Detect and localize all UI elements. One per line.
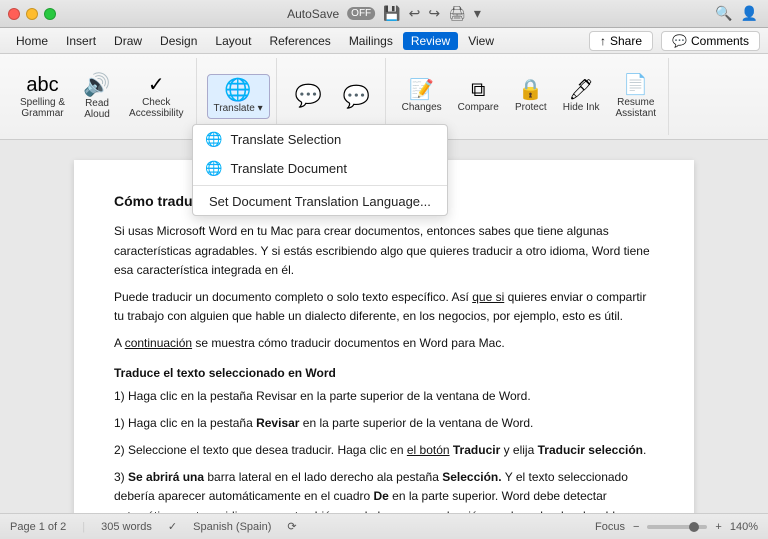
zoom-thumb[interactable]	[689, 522, 699, 532]
spelling-icon: abc	[26, 75, 58, 95]
comment2-icon: 💬	[343, 86, 370, 108]
doc-para-step2: 2) Seleccione el texto que desea traduci…	[114, 441, 654, 460]
statusbar-right: Focus − + 140%	[595, 521, 758, 533]
menubar-right: ↑ Share 💬 Comments	[589, 31, 760, 51]
resume-assistant-button[interactable]: 📄 ResumeAssistant	[609, 71, 662, 123]
redo-icon[interactable]: ↪	[428, 5, 440, 22]
changes-label: Changes	[402, 102, 442, 113]
accessibility-label: CheckAccessibility	[129, 97, 183, 119]
comment2-button[interactable]: 💬	[335, 82, 379, 112]
close-button[interactable]	[8, 8, 20, 20]
menu-design[interactable]: Design	[152, 32, 205, 50]
resume-assistant-label: ResumeAssistant	[615, 97, 656, 119]
translate-dropdown: 🌐 Translate Selection 🌐 Translate Docume…	[192, 124, 448, 216]
zoom-out-icon[interactable]: −	[633, 521, 639, 533]
page-info: Page 1 of 2	[10, 521, 66, 533]
statusbar: Page 1 of 2 | 305 words ✓ Spanish (Spain…	[0, 513, 768, 539]
new-comment-button[interactable]: 💬	[287, 81, 331, 113]
protect-label: Protect	[515, 102, 547, 113]
zoom-slider[interactable]	[647, 525, 707, 529]
read-aloud-label: ReadAloud	[84, 98, 110, 120]
comments-button[interactable]: 💬 Comments	[661, 31, 760, 51]
zoom-level: 140%	[730, 521, 758, 533]
compare-button[interactable]: ⧉ Compare	[452, 76, 505, 117]
account-icon[interactable]: 👤	[741, 5, 758, 22]
doc-para-2: Puede traducir un documento completo o s…	[114, 288, 654, 326]
autosave-label: AutoSave	[287, 7, 339, 21]
menu-review[interactable]: Review	[403, 32, 458, 50]
more-icon[interactable]: ▾	[474, 5, 481, 22]
share-button[interactable]: ↑ Share	[589, 31, 653, 51]
menu-view[interactable]: View	[460, 32, 502, 50]
translate-document-item[interactable]: 🌐 Translate Document	[193, 154, 447, 183]
doc-para-1: Si usas Microsoft Word en tu Mac para cr…	[114, 222, 654, 280]
word-count: 305 words	[101, 521, 152, 533]
check-accessibility-button[interactable]: ✓ CheckAccessibility	[123, 71, 189, 123]
ribbon-group-proofing: abc Spelling &Grammar 🔊 ReadAloud ✓ Chec…	[8, 58, 197, 135]
spelling-label: Spelling &Grammar	[20, 97, 65, 119]
orientation-icon: ⟳	[287, 520, 296, 533]
dropdown-divider	[193, 185, 447, 186]
read-aloud-icon: 🔊	[83, 74, 110, 96]
set-language-item[interactable]: Set Document Translation Language...	[193, 188, 447, 215]
hide-ink-icon: 🖊	[568, 80, 593, 100]
titlebar: AutoSave OFF 💾 ↩ ↪ 🖨 ▾ 🔍 👤	[0, 0, 768, 28]
doc-para-3: A continuación se muestra cómo traducir …	[114, 334, 654, 353]
print-icon[interactable]: 🖨	[448, 5, 466, 22]
accessibility-icon: ✓	[148, 75, 165, 95]
translate-document-icon: 🌐	[205, 160, 222, 177]
titlebar-right: 🔍 👤	[715, 5, 758, 22]
translate-button[interactable]: 🌐 Translate ▾	[207, 74, 270, 119]
titlebar-center: AutoSave OFF 💾 ↩ ↪ 🖨 ▾	[287, 5, 481, 22]
hide-ink-button[interactable]: 🖊 Hide Ink	[557, 76, 606, 117]
zoom-in-icon[interactable]: +	[715, 521, 721, 533]
protect-button[interactable]: 🔒 Protect	[509, 76, 553, 117]
menubar: Home Insert Draw Design Layout Reference…	[0, 28, 768, 54]
undo-icon[interactable]: ↩	[409, 5, 421, 22]
menu-draw[interactable]: Draw	[106, 32, 150, 50]
window-controls[interactable]	[8, 8, 56, 20]
save-icon[interactable]: 💾	[383, 5, 400, 22]
search-icon[interactable]: 🔍	[715, 5, 732, 22]
menu-insert[interactable]: Insert	[58, 32, 104, 50]
resume-assistant-icon: 📄	[623, 75, 648, 95]
doc-para-step1: 1) Haga clic en la pestaña Revisar en la…	[114, 414, 654, 433]
doc-para-4: 1) Haga clic en la pestaña Revisar en la…	[114, 387, 654, 406]
spelling-grammar-button[interactable]: abc Spelling &Grammar	[14, 71, 71, 123]
read-aloud-button[interactable]: 🔊 ReadAloud	[75, 70, 119, 124]
changes-icon: 📝	[409, 80, 434, 100]
menu-home[interactable]: Home	[8, 32, 56, 50]
share-icon: ↑	[600, 34, 606, 48]
menu-layout[interactable]: Layout	[207, 32, 259, 50]
compare-label: Compare	[458, 102, 499, 113]
protect-icon: 🔒	[518, 80, 543, 100]
minimize-button[interactable]	[26, 8, 38, 20]
language-info: Spanish (Spain)	[193, 521, 271, 533]
menu-mailings[interactable]: Mailings	[341, 32, 401, 50]
spelling-status-icon: ✓	[168, 520, 177, 533]
changes-button[interactable]: 📝 Changes	[396, 76, 448, 117]
focus-label[interactable]: Focus	[595, 521, 625, 533]
doc-heading-1: Traduce el texto seleccionado en Word	[114, 364, 654, 383]
comment-icon: 💬	[672, 34, 687, 48]
menu-references[interactable]: References	[261, 32, 338, 50]
translate-label: Translate ▾	[214, 103, 263, 114]
doc-para-step3: 3) Se abrirá una barra lateral en el lad…	[114, 468, 654, 513]
translate-selection-item[interactable]: 🌐 Translate Selection	[193, 125, 447, 154]
compare-icon: ⧉	[471, 80, 485, 100]
comment-icon: 💬	[295, 85, 322, 107]
translate-icon: 🌐	[224, 79, 251, 101]
autosave-toggle[interactable]: OFF	[347, 7, 375, 20]
maximize-button[interactable]	[44, 8, 56, 20]
hide-ink-label: Hide Ink	[563, 102, 600, 113]
ribbon: abc Spelling &Grammar 🔊 ReadAloud ✓ Chec…	[0, 54, 768, 140]
translate-selection-icon: 🌐	[205, 131, 222, 148]
